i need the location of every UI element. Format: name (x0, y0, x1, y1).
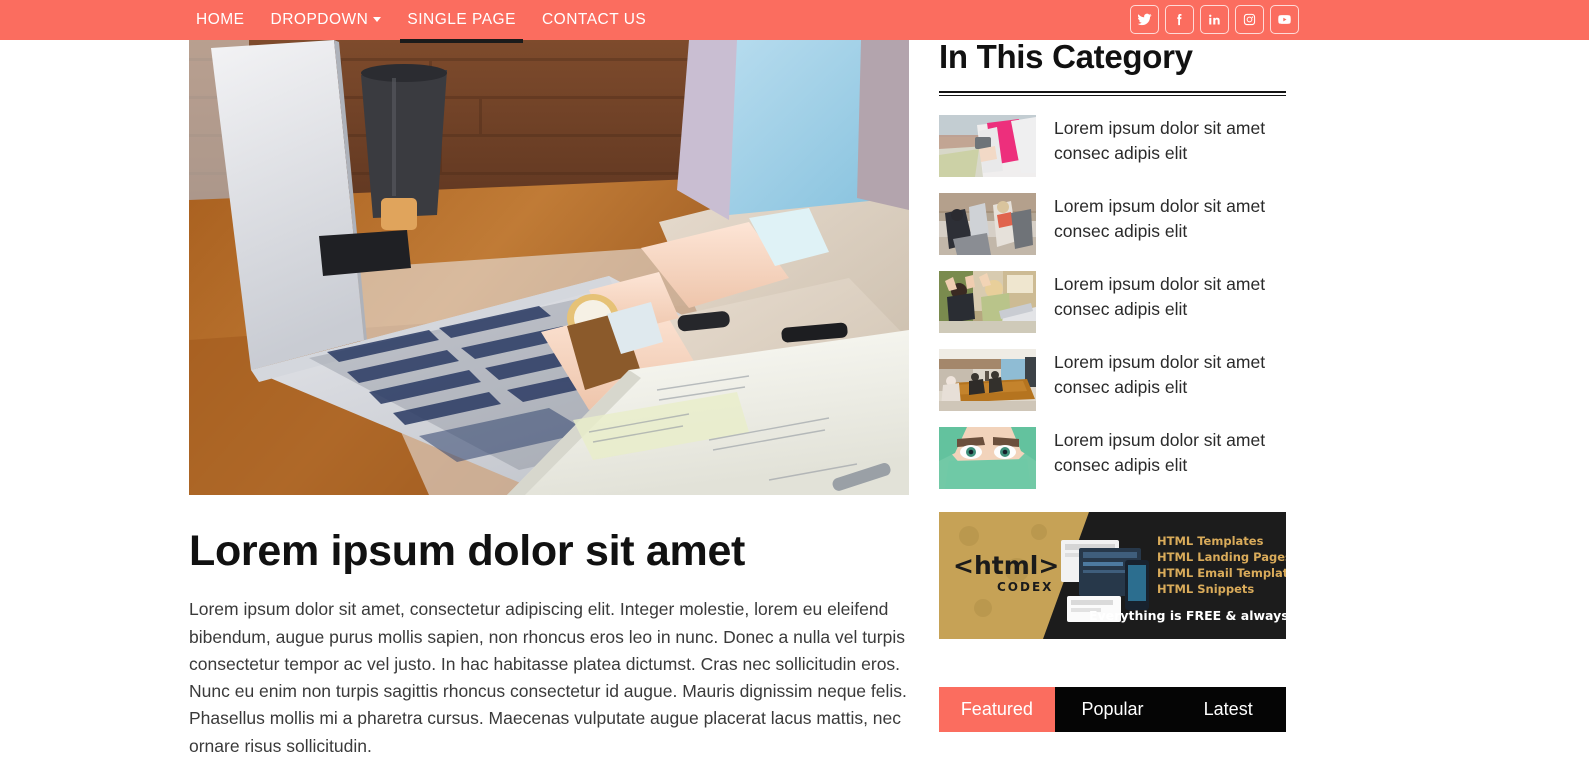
article-column: Lorem ipsum dolor sit amet Lorem ipsum d… (189, 40, 909, 760)
tab-popular-label: Popular (1081, 699, 1144, 719)
social-link-instagram[interactable] (1235, 5, 1264, 34)
nav-link-home[interactable]: HOME (196, 0, 258, 40)
linkedin-icon (1207, 12, 1222, 27)
list-item[interactable]: Lorem ipsum dolor sit amet consec adipis… (939, 427, 1286, 489)
list-item-title: Lorem ipsum dolor sit amet consec adipis… (1054, 352, 1266, 398)
list-item[interactable]: Lorem ipsum dolor sit amet consec adipis… (939, 271, 1286, 333)
tab-featured-label: Featured (960, 699, 1033, 719)
svg-text:HTML Templates: HTML Templates (1157, 534, 1264, 548)
top-navbar: HOME DROPDOWN SINGLE PAGE CONTACT US (0, 0, 1589, 43)
nav-link-dropdown[interactable]: DROPDOWN (258, 0, 395, 40)
facebook-icon (1172, 12, 1187, 27)
article-title: Lorem ipsum dolor sit amet (189, 527, 746, 575)
article-body: Lorem ipsum dolor sit amet, consectetur … (189, 599, 907, 756)
list-item-title: Lorem ipsum dolor sit amet consec adipis… (1054, 430, 1266, 476)
list-item-title: Lorem ipsum dolor sit amet consec adipis… (1054, 274, 1266, 320)
tab-featured[interactable]: Featured (939, 687, 1055, 732)
thumbnail-people-cheering-at-laptop (939, 271, 1036, 333)
social-link-youtube[interactable] (1270, 5, 1299, 34)
category-list: Lorem ipsum dolor sit amet consec adipis… (939, 115, 1286, 489)
tab-latest-label: Latest (1203, 699, 1253, 719)
svg-text:Everything is FREE & always wi: Everything is FREE & always will be (1089, 608, 1286, 623)
tab-popular[interactable]: Popular (1054, 687, 1171, 732)
list-item[interactable]: Lorem ipsum dolor sit amet consec adipis… (939, 349, 1286, 411)
nav-link-single-page-label: SINGLE PAGE (407, 11, 516, 28)
thumbnail-woman-green-headscarf (939, 427, 1036, 489)
navbar-inner: HOME DROPDOWN SINGLE PAGE CONTACT US (0, 0, 1589, 43)
thumbnail-woman-with-phone (939, 115, 1036, 177)
svg-text:<html>: <html> (953, 551, 1059, 580)
sidebar: In This Category Lorem ipsum dolor sit a… (939, 40, 1286, 732)
svg-text:HTML Landing Pages: HTML Landing Pages (1157, 550, 1286, 564)
list-item-title: Lorem ipsum dolor sit amet consec adipis… (1054, 196, 1266, 242)
primary-nav: HOME DROPDOWN SINGLE PAGE CONTACT US (196, 0, 659, 43)
sidebar-heading-divider (939, 91, 1286, 96)
list-item[interactable]: Lorem ipsum dolor sit amet consec adipis… (939, 193, 1286, 255)
thumbnail-conference-room (939, 349, 1036, 411)
social-link-facebook[interactable] (1165, 5, 1194, 34)
instagram-icon (1242, 12, 1257, 27)
nav-link-contact-us-label: CONTACT US (541, 11, 647, 28)
sidebar-tabs: Featured Popular Latest (939, 687, 1286, 732)
article-hero-image (189, 40, 909, 495)
chevron-down-icon (373, 17, 382, 22)
nav-link-home-label: HOME (196, 11, 245, 28)
social-links (1130, 5, 1299, 34)
thumbnail-gym-workout (939, 193, 1036, 255)
sidebar-heading: In This Category (939, 38, 1193, 75)
social-link-twitter[interactable] (1130, 5, 1159, 34)
list-item[interactable]: Lorem ipsum dolor sit amet consec adipis… (939, 115, 1286, 177)
nav-link-dropdown-label: DROPDOWN (270, 11, 369, 28)
nav-link-single-page[interactable]: SINGLE PAGE (394, 0, 529, 43)
youtube-icon (1277, 12, 1292, 27)
svg-text:CODEX: CODEX (997, 580, 1053, 594)
social-link-linkedin[interactable] (1200, 5, 1229, 34)
html-codex-banner-ad[interactable]: <html> CODEX HTML Templates HTML Landing… (939, 512, 1286, 639)
list-item-title: Lorem ipsum dolor sit amet consec adipis… (1054, 118, 1266, 164)
svg-text:HTML Snippets: HTML Snippets (1157, 582, 1254, 596)
nav-link-contact-us[interactable]: CONTACT US (529, 0, 659, 40)
twitter-icon (1137, 12, 1152, 27)
page-content: Lorem ipsum dolor sit amet Lorem ipsum d… (0, 40, 1589, 767)
svg-text:HTML Email Templates: HTML Email Templates (1157, 566, 1286, 580)
tab-latest[interactable]: Latest (1170, 687, 1286, 732)
